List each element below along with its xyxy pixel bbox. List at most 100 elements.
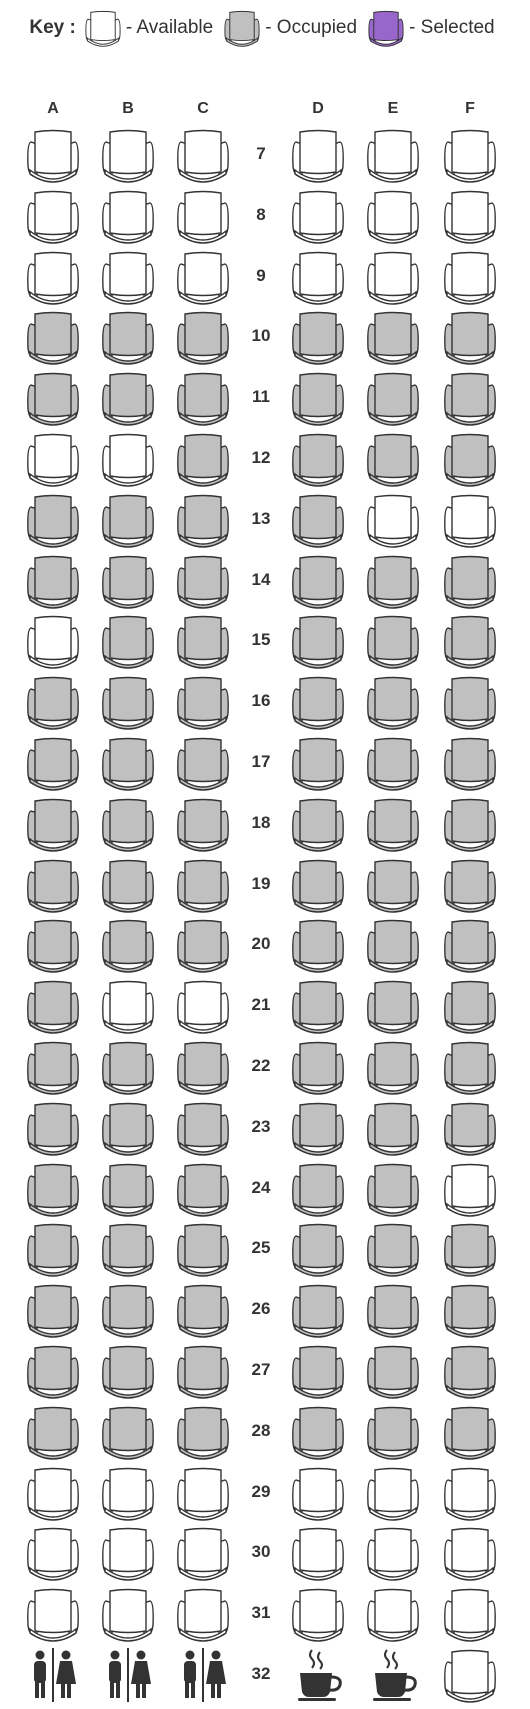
seat-31D-available[interactable] bbox=[290, 1585, 346, 1643]
seat-13B-occupied bbox=[100, 491, 156, 549]
row-number: 7 bbox=[256, 144, 266, 163]
seat-7B-available[interactable] bbox=[100, 126, 156, 184]
seat-7C-available[interactable] bbox=[175, 126, 231, 184]
seat-31E-available[interactable] bbox=[365, 1585, 421, 1643]
row-number: 23 bbox=[251, 1117, 271, 1136]
seat-26A-occupied bbox=[25, 1281, 81, 1339]
seat-20B-occupied bbox=[100, 916, 156, 974]
seat-8E-available[interactable] bbox=[365, 187, 421, 245]
seat-26C-occupied bbox=[175, 1281, 231, 1339]
seat-25D-occupied bbox=[290, 1220, 346, 1278]
seat-27A-occupied bbox=[25, 1342, 81, 1400]
seat-14C-occupied bbox=[175, 552, 231, 610]
seat-19A-occupied bbox=[25, 856, 81, 914]
seat-7A-available[interactable] bbox=[25, 126, 81, 184]
seat-9F-available[interactable] bbox=[442, 248, 498, 306]
seat-27E-occupied bbox=[365, 1342, 421, 1400]
seat-9A-available[interactable] bbox=[25, 248, 81, 306]
seat-25C-occupied bbox=[175, 1220, 231, 1278]
seat-9C-available[interactable] bbox=[175, 248, 231, 306]
seat-10E-occupied bbox=[365, 308, 421, 366]
seat-13E-available[interactable] bbox=[365, 491, 421, 549]
seat-7F-available[interactable] bbox=[442, 126, 498, 184]
seat-29C-available[interactable] bbox=[175, 1464, 231, 1522]
seat-12A-available[interactable] bbox=[25, 430, 81, 488]
seat-17A-occupied bbox=[25, 734, 81, 792]
seat-19B-occupied bbox=[100, 856, 156, 914]
seat-19D-occupied bbox=[290, 856, 346, 914]
seat-18E-occupied bbox=[365, 795, 421, 853]
seat-18B-occupied bbox=[100, 795, 156, 853]
row-number: 9 bbox=[256, 266, 266, 285]
seat-9B-available[interactable] bbox=[100, 248, 156, 306]
seat-29E-available[interactable] bbox=[365, 1464, 421, 1522]
seat-25F-occupied bbox=[442, 1220, 498, 1278]
seat-21C-available[interactable] bbox=[175, 977, 231, 1035]
seat-16B-occupied bbox=[100, 673, 156, 731]
row-number: 18 bbox=[251, 813, 271, 832]
seat-24B-occupied bbox=[100, 1160, 156, 1218]
lavatory-icon bbox=[25, 1646, 81, 1704]
seat-30C-available[interactable] bbox=[175, 1524, 231, 1582]
column-header-d: D bbox=[312, 100, 324, 117]
seat-14F-occupied bbox=[442, 552, 498, 610]
seat-7D-available[interactable] bbox=[290, 126, 346, 184]
seat-29F-available[interactable] bbox=[442, 1464, 498, 1522]
seat-15E-occupied bbox=[365, 612, 421, 670]
seat-20C-occupied bbox=[175, 916, 231, 974]
seat-8B-available[interactable] bbox=[100, 187, 156, 245]
seat-24F-available[interactable] bbox=[442, 1160, 498, 1218]
seat-26D-occupied bbox=[290, 1281, 346, 1339]
seat-27F-occupied bbox=[442, 1342, 498, 1400]
seat-9D-available[interactable] bbox=[290, 248, 346, 306]
seat-29A-available[interactable] bbox=[25, 1464, 81, 1522]
seat-29B-available[interactable] bbox=[100, 1464, 156, 1522]
row-number: 19 bbox=[251, 874, 271, 893]
row-number: 17 bbox=[251, 752, 271, 771]
seat-30D-available[interactable] bbox=[290, 1524, 346, 1582]
seat-7E-available[interactable] bbox=[365, 126, 421, 184]
seat-17D-occupied bbox=[290, 734, 346, 792]
seat-30A-available[interactable] bbox=[25, 1524, 81, 1582]
seat-21A-occupied bbox=[25, 977, 81, 1035]
seat-22B-occupied bbox=[100, 1038, 156, 1096]
seat-30E-available[interactable] bbox=[365, 1524, 421, 1582]
seat-31F-available[interactable] bbox=[442, 1585, 498, 1643]
column-header-e: E bbox=[387, 100, 399, 117]
seat-8C-available[interactable] bbox=[175, 187, 231, 245]
seat-11A-occupied bbox=[25, 369, 81, 427]
seat-30B-available[interactable] bbox=[100, 1524, 156, 1582]
seat-8D-available[interactable] bbox=[290, 187, 346, 245]
seat-12E-occupied bbox=[365, 430, 421, 488]
seat-28E-occupied bbox=[365, 1403, 421, 1461]
seat-31B-available[interactable] bbox=[100, 1585, 156, 1643]
seat-15A-available[interactable] bbox=[25, 612, 81, 670]
seat-13F-available[interactable] bbox=[442, 491, 498, 549]
seat-15D-occupied bbox=[290, 612, 346, 670]
seat-26B-occupied bbox=[100, 1281, 156, 1339]
seat-32F-available[interactable] bbox=[442, 1646, 498, 1704]
seat-18C-occupied bbox=[175, 795, 231, 853]
seat-8F-available[interactable] bbox=[442, 187, 498, 245]
seat-25A-occupied bbox=[25, 1220, 81, 1278]
row-number: 31 bbox=[251, 1603, 271, 1622]
seat-22F-occupied bbox=[442, 1038, 498, 1096]
seat-22A-occupied bbox=[25, 1038, 81, 1096]
seat-30F-available[interactable] bbox=[442, 1524, 498, 1582]
seat-31C-available[interactable] bbox=[175, 1585, 231, 1643]
seat-21B-available[interactable] bbox=[100, 977, 156, 1035]
seat-25E-occupied bbox=[365, 1220, 421, 1278]
seat-12B-available[interactable] bbox=[100, 430, 156, 488]
row-number: 10 bbox=[251, 326, 271, 345]
seat-8A-available[interactable] bbox=[25, 187, 81, 245]
column-header-b: B bbox=[122, 100, 134, 117]
seat-29D-available[interactable] bbox=[290, 1464, 346, 1522]
seat-28C-occupied bbox=[175, 1403, 231, 1461]
seat-24C-occupied bbox=[175, 1160, 231, 1218]
seat-20F-occupied bbox=[442, 916, 498, 974]
row-number: 15 bbox=[251, 630, 271, 649]
seat-31A-available[interactable] bbox=[25, 1585, 81, 1643]
seat-11E-occupied bbox=[365, 369, 421, 427]
seat-9E-available[interactable] bbox=[365, 248, 421, 306]
row-number: 25 bbox=[251, 1238, 271, 1257]
